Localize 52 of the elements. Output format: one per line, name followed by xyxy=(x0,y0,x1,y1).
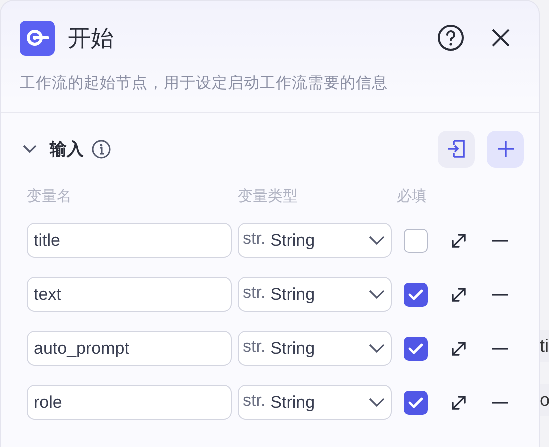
type-label: String xyxy=(270,338,316,358)
variable-name-field[interactable]: auto_prompt xyxy=(27,331,232,366)
variable-name-field[interactable]: role xyxy=(27,385,232,420)
expand-icon[interactable] xyxy=(450,232,468,250)
close-icon[interactable] xyxy=(492,29,510,47)
required-checkbox[interactable] xyxy=(404,336,428,360)
chevron-down-icon xyxy=(369,344,385,354)
remove-icon[interactable] xyxy=(492,238,508,242)
help-icon[interactable] xyxy=(437,24,465,52)
column-header: 变量名 xyxy=(27,187,73,207)
check-icon xyxy=(408,342,424,354)
import-icon xyxy=(446,139,466,159)
variable-type-select[interactable]: str. String xyxy=(238,331,392,366)
type-prefix-label: str. xyxy=(243,282,266,302)
required-checkbox[interactable] xyxy=(404,282,428,306)
variable-type-select[interactable]: str. String xyxy=(238,385,392,420)
variable-type-select[interactable]: str. String xyxy=(238,223,392,258)
background-text: ti xyxy=(540,330,549,362)
remove-icon[interactable] xyxy=(492,292,508,296)
info-icon[interactable] xyxy=(92,140,111,158)
chevron-down-icon xyxy=(369,398,385,408)
type-label: String xyxy=(270,230,316,250)
chevron-down-icon xyxy=(369,290,385,300)
check-icon xyxy=(408,396,424,408)
background-text: o xyxy=(540,384,549,416)
type-label: String xyxy=(270,392,316,412)
type-prefix-label: str. xyxy=(243,228,266,248)
variable-name-field[interactable]: text xyxy=(27,277,232,312)
remove-icon[interactable] xyxy=(492,400,508,404)
type-prefix-label: str. xyxy=(243,390,266,410)
variable-name-field[interactable]: title xyxy=(27,223,232,258)
import-button[interactable] xyxy=(438,130,475,168)
variable-type-select[interactable]: str. String xyxy=(238,277,392,312)
chevron-icon[interactable] xyxy=(23,144,37,154)
expand-icon[interactable] xyxy=(450,394,468,412)
column-header: 变量类型 xyxy=(238,187,299,207)
add-button[interactable] xyxy=(487,130,524,168)
column-header: 必填 xyxy=(397,187,427,207)
panel-title: 开始 xyxy=(68,24,115,54)
required-checkbox[interactable] xyxy=(404,390,428,414)
check-icon xyxy=(408,288,424,300)
start-node-icon xyxy=(20,20,55,56)
plus-icon xyxy=(498,141,514,157)
chevron-down-icon xyxy=(369,236,385,246)
section-title: 输入 xyxy=(50,138,84,160)
expand-icon[interactable] xyxy=(450,286,468,304)
required-checkbox[interactable] xyxy=(404,228,428,252)
type-prefix-label: str. xyxy=(243,336,266,356)
panel-description: 工作流的起始节点，用于设定启动工作流需要的信息 xyxy=(20,73,389,94)
remove-icon[interactable] xyxy=(492,346,508,350)
expand-icon[interactable] xyxy=(450,340,468,358)
type-label: String xyxy=(270,284,316,304)
